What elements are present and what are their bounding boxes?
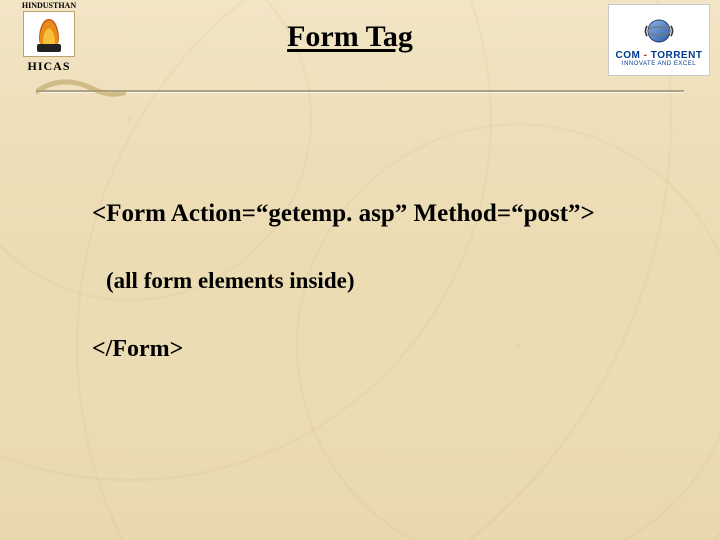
header: HINDUSTHAN HICAS Form Tag	[0, 0, 720, 82]
divider	[36, 90, 684, 93]
title-wrap: Form Tag	[92, 0, 608, 54]
flame-icon	[39, 19, 59, 49]
content: <Form Action=“getemp. asp” Method=“post”…	[92, 200, 660, 363]
logo-right-label-right: TORRENT	[651, 50, 703, 61]
globe-icon	[642, 14, 676, 48]
logo-left-top-text: HINDUSTHAN	[22, 2, 76, 10]
torch-icon	[23, 11, 75, 57]
slide-title: Form Tag	[287, 20, 413, 54]
logo-left: HINDUSTHAN HICAS	[6, 2, 92, 84]
logo-right: COM - TORRENT INNOVATE AND EXCEL	[608, 4, 710, 76]
code-line-open: <Form Action=“getemp. asp” Method=“post”…	[92, 200, 660, 228]
code-line-close: </Form>	[92, 336, 660, 363]
swoosh-icon	[36, 78, 126, 106]
logo-right-label: COM - TORRENT	[616, 50, 703, 61]
logo-right-label-dash: -	[640, 50, 650, 61]
code-line-middle: (all form elements inside)	[106, 268, 660, 294]
logo-right-label-left: COM	[616, 50, 641, 61]
logo-right-sub: INNOVATE AND EXCEL	[622, 61, 696, 67]
slide: HINDUSTHAN HICAS Form Tag	[0, 0, 720, 540]
logo-left-bottom-text: HICAS	[27, 59, 70, 74]
